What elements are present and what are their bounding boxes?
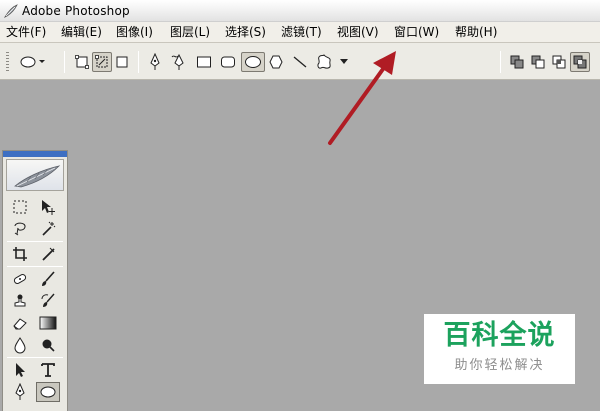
custom-shape-icon[interactable]: [314, 52, 334, 72]
options-separator: [500, 51, 501, 73]
menu-file[interactable]: 文件(F): [6, 25, 46, 39]
watermark-title: 百科全说: [443, 320, 556, 351]
line-icon[interactable]: [290, 52, 310, 72]
ellipse-tool-icon[interactable]: [36, 382, 60, 402]
magic-wand-tool-icon[interactable]: [36, 219, 60, 239]
pen-tool-icon[interactable]: [8, 382, 32, 402]
paths-icon[interactable]: [92, 52, 112, 72]
photoshop-feather-logo[interactable]: [6, 159, 64, 191]
shape-layers-icon[interactable]: [72, 52, 92, 72]
intersect-shape-icon[interactable]: [549, 52, 569, 72]
subtract-from-shape-icon[interactable]: [528, 52, 548, 72]
options-bar-grip[interactable]: [6, 52, 9, 72]
pen-icon[interactable]: [145, 52, 165, 72]
menu-image[interactable]: 图像(I): [116, 25, 153, 39]
dropdown-arrow-icon[interactable]: [338, 52, 350, 72]
title-bar: Adobe Photoshop: [0, 0, 600, 22]
menu-layer[interactable]: 图层(L): [170, 25, 210, 39]
dodge-tool-icon[interactable]: [36, 335, 60, 355]
menu-edit[interactable]: 编辑(E): [61, 25, 102, 39]
type-tool-icon[interactable]: [36, 360, 60, 380]
menu-help[interactable]: 帮助(H): [455, 25, 497, 39]
options-bar: [0, 43, 600, 80]
window-title: Adobe Photoshop: [22, 4, 130, 18]
photoshop-feather-icon: [3, 4, 18, 18]
lasso-tool-icon[interactable]: [8, 219, 32, 239]
clone-stamp-tool-icon[interactable]: [8, 291, 32, 311]
healing-brush-tool-icon[interactable]: [8, 269, 32, 289]
polygon-icon[interactable]: [266, 52, 286, 72]
exclude-overlap-icon[interactable]: [570, 52, 590, 72]
rounded-rectangle-icon[interactable]: [218, 52, 238, 72]
move-tool-icon[interactable]: [36, 197, 60, 217]
eraser-tool-icon[interactable]: [8, 313, 32, 333]
path-selection-tool-icon[interactable]: [8, 360, 32, 380]
crop-tool-icon[interactable]: [8, 244, 32, 264]
watermark-subtitle: 助你轻松解决: [454, 358, 545, 373]
fill-pixels-icon[interactable]: [112, 52, 132, 72]
blur-tool-icon[interactable]: [8, 335, 32, 355]
options-separator: [138, 51, 139, 73]
menu-bar: 文件(F) 编辑(E) 图像(I) 图层(L) 选择(S) 滤镜(T) 视图(V…: [0, 22, 600, 43]
marquee-tool-icon[interactable]: [8, 197, 32, 217]
menu-select[interactable]: 选择(S): [225, 25, 266, 39]
freeform-pen-icon[interactable]: [169, 52, 189, 72]
tool-palette: [2, 150, 68, 411]
menu-window[interactable]: 窗口(W): [394, 25, 439, 39]
history-brush-tool-icon[interactable]: [36, 291, 60, 311]
tool-palette-header[interactable]: [3, 151, 67, 157]
tool-group-separator: [7, 241, 63, 242]
add-to-shape-icon[interactable]: [507, 52, 527, 72]
menu-view[interactable]: 视图(V): [337, 25, 379, 39]
watermark-badge: 百科全说 助你轻松解决: [424, 314, 575, 384]
tool-group-separator: [7, 266, 63, 267]
gradient-tool-icon[interactable]: [36, 313, 60, 333]
options-separator: [64, 51, 65, 73]
rectangle-icon[interactable]: [194, 52, 214, 72]
ellipse-icon[interactable]: [241, 52, 265, 72]
brush-tool-icon[interactable]: [36, 269, 60, 289]
ellipse-preset-icon[interactable]: [18, 52, 46, 72]
slice-tool-icon[interactable]: [36, 244, 60, 264]
tool-group-separator: [7, 357, 63, 358]
menu-filter[interactable]: 滤镜(T): [281, 25, 322, 39]
